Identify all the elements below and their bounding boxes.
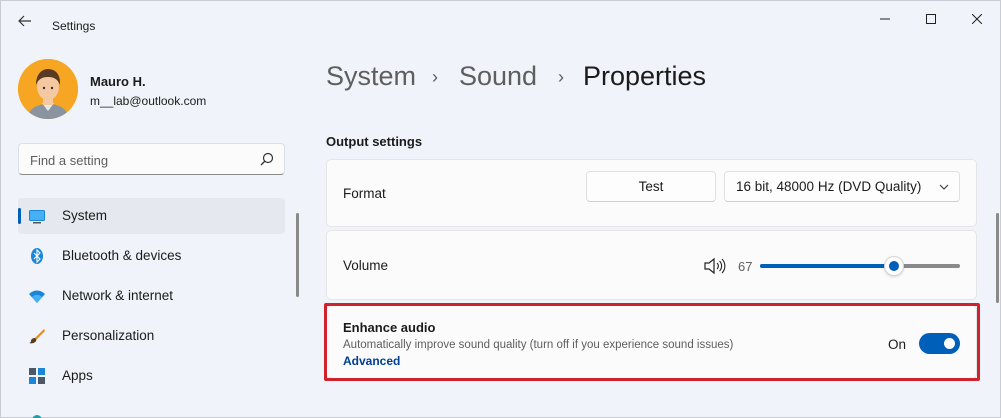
chevron-down-icon [939,184,949,190]
volume-slider-thumb[interactable] [884,256,904,276]
minimize-icon [880,18,890,20]
monitor-icon [29,210,45,224]
format-label: Format [343,186,386,201]
sidebar-item-partial[interactable] [18,398,285,418]
toggle-knob [944,338,955,349]
settings-window: Settings Mauro H. m__lab@outlook.com Fin… [0,0,1001,418]
user-avatar-icon [18,59,78,119]
wifi-icon [29,290,45,303]
sidebar-item-label: Bluetooth & devices [62,248,182,263]
sidebar-item-label: Personalization [62,328,155,343]
sidebar-item-label: System [62,208,108,223]
user-email: m__lab@outlook.com [90,94,207,108]
speaker-icon[interactable] [704,257,726,275]
search-icon[interactable] [260,152,274,166]
breadcrumb-separator: › [432,67,438,87]
maximize-button[interactable] [915,9,947,29]
format-value: 16 bit, 48000 Hz (DVD Quality) [736,179,922,194]
test-button[interactable]: Test [586,171,716,202]
search-input[interactable]: Find a setting [18,143,285,175]
maximize-icon [926,14,936,24]
app-title: Settings [52,19,96,33]
breadcrumb-system[interactable]: System [326,61,416,92]
minimize-button[interactable] [869,9,901,29]
volume-slider-fill [760,264,894,268]
back-button[interactable] [13,11,37,31]
search-placeholder: Find a setting [30,153,109,168]
active-indicator [18,208,21,224]
brush-icon [29,329,45,344]
page-title: Properties [583,61,707,91]
back-arrow-icon [18,15,31,27]
apps-icon [29,368,45,384]
avatar[interactable] [18,59,78,119]
main-scrollbar[interactable] [996,213,999,303]
user-name: Mauro H. [90,74,146,89]
sidebar-item-apps[interactable]: Apps [18,358,285,394]
format-dropdown[interactable]: 16 bit, 48000 Hz (DVD Quality) [724,171,960,202]
accounts-icon [32,415,42,418]
toggle-state-label: On [888,337,907,352]
breadcrumb-separator: › [558,67,564,87]
section-title: Output settings [326,134,423,149]
sidebar-item-label: Apps [62,368,93,383]
breadcrumb-sound[interactable]: Sound [459,61,537,92]
format-card: Format Test 16 bit, 48000 Hz (DVD Qualit… [326,159,977,227]
enhance-audio-title: Enhance audio [343,320,436,335]
sidebar-item-personalization[interactable]: Personalization [18,318,285,354]
sidebar-scrollbar[interactable] [296,213,299,297]
volume-value: 67 [738,259,753,274]
volume-card: Volume 67 [326,230,977,300]
close-button[interactable] [961,9,993,29]
sidebar-item-bluetooth[interactable]: Bluetooth & devices [18,238,285,274]
advanced-link[interactable]: Advanced [343,354,400,368]
enhance-audio-description: Automatically improve sound quality (tur… [343,339,734,351]
volume-slider[interactable] [760,256,960,276]
volume-label: Volume [343,258,389,273]
close-icon [972,14,982,24]
bluetooth-icon [31,248,43,264]
enhance-audio-toggle[interactable] [919,333,960,354]
title-bar: Settings [1,1,1000,41]
sidebar-item-system[interactable]: System [18,198,285,234]
sidebar-item-label: Network & internet [62,288,174,303]
sidebar-item-network[interactable]: Network & internet [18,278,285,314]
